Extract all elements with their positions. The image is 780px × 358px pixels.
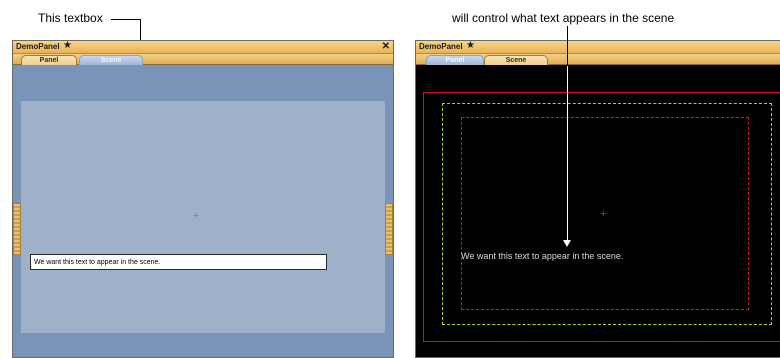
right-arrow-upper xyxy=(567,26,568,66)
scene-viewport: + We want this text to appear in the sce… xyxy=(417,65,780,357)
right-tabstrip: Panel Scene xyxy=(416,54,780,67)
close-icon[interactable]: ✕ xyxy=(382,41,390,53)
panel-content: + We want this text to appear in the sce… xyxy=(13,65,393,357)
left-demo-panel: DemoPanel ★ ✕ Panel Scene + We want this… xyxy=(12,40,394,358)
right-caption: will control what text appears in the sc… xyxy=(452,11,675,25)
right-arrow-lower xyxy=(567,66,568,240)
pin-icon[interactable]: ★ xyxy=(466,41,475,52)
left-caption: This textbox xyxy=(38,11,103,25)
right-resize-grip[interactable] xyxy=(385,203,393,255)
pin-icon[interactable]: ★ xyxy=(63,41,72,52)
crosshair-icon: + xyxy=(193,210,200,222)
right-arrowhead xyxy=(563,240,571,247)
panel-canvas: + We want this text to appear in the sce… xyxy=(21,101,385,333)
left-tabstrip: Panel Scene xyxy=(13,54,393,67)
scene-rendered-text: We want this text to appear in the scene… xyxy=(461,251,624,261)
left-panel-title: DemoPanel xyxy=(16,42,60,51)
left-arrow-horizontal xyxy=(111,19,140,20)
right-demo-panel: DemoPanel ★ Panel Scene + We want this t… xyxy=(415,40,780,358)
right-panel-title: DemoPanel xyxy=(419,42,463,51)
left-titlebar: DemoPanel ★ ✕ xyxy=(13,41,393,54)
right-titlebar: DemoPanel ★ xyxy=(416,41,780,54)
left-resize-grip[interactable] xyxy=(13,203,21,255)
crosshair-icon: + xyxy=(600,208,607,220)
scene-text-input[interactable]: We want this text to appear in the scene… xyxy=(30,254,327,270)
